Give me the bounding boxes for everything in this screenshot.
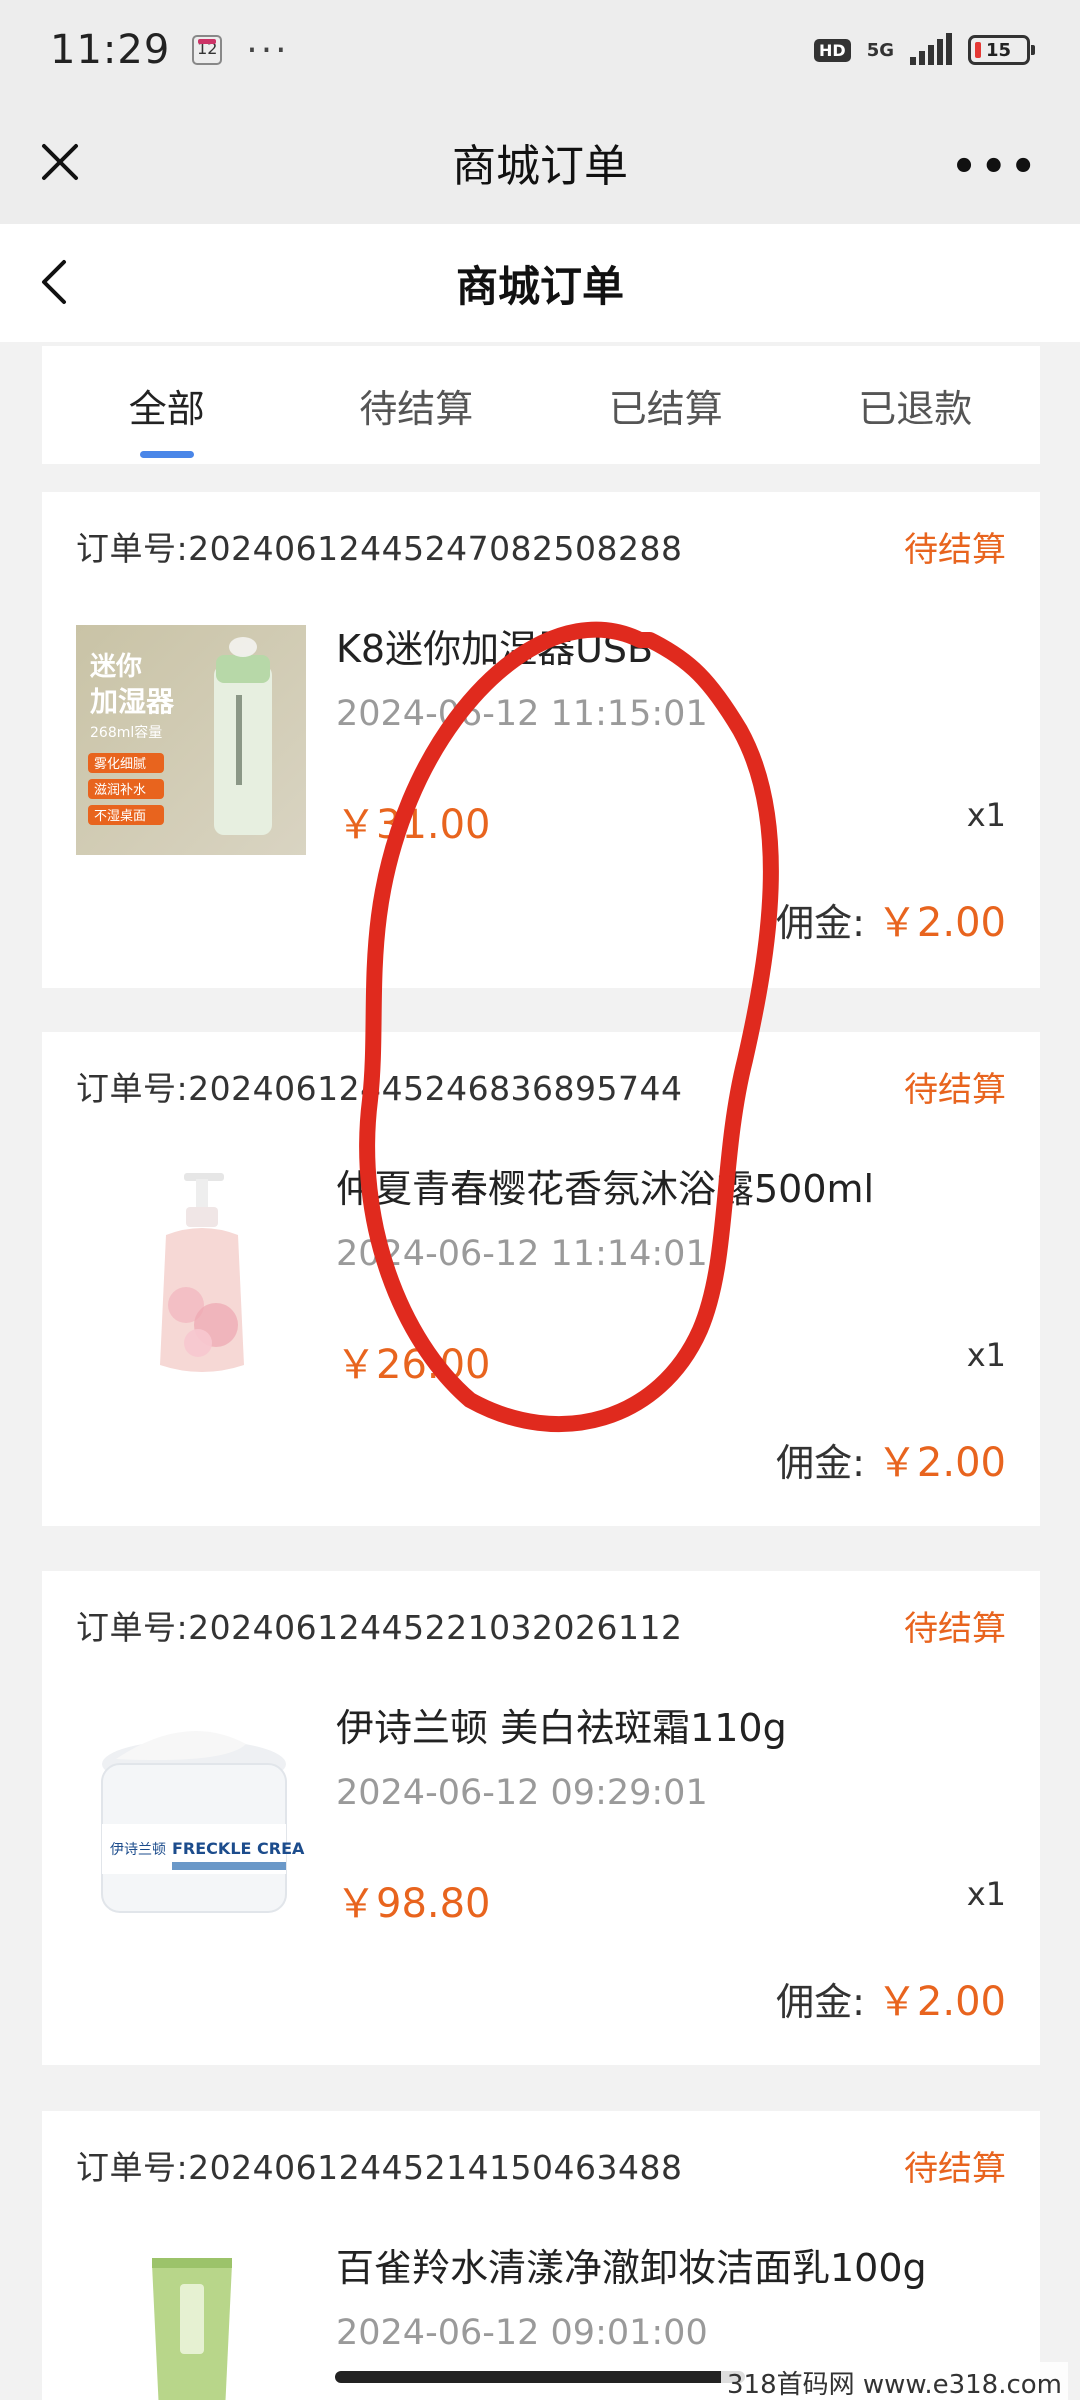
- commission-amount: ￥2.00: [876, 1440, 1006, 1486]
- order-card[interactable]: 订单号:20240612445221032026112 待结算 伊诗兰顿 FRE…: [42, 1571, 1040, 2065]
- status-time: 11:29: [50, 27, 171, 73]
- tab-pending[interactable]: 待结算: [292, 346, 542, 464]
- order-date: 2024-06-12 11:14:01: [336, 1234, 708, 1274]
- svg-text:雾化细腻: 雾化细腻: [94, 757, 146, 772]
- commission-amount: ￥2.00: [876, 900, 1006, 946]
- product-quantity: x1: [966, 796, 1006, 834]
- order-status: 待结算: [904, 1069, 1006, 1110]
- svg-text:伊诗兰顿: 伊诗兰顿: [110, 1842, 166, 1858]
- product-price: ￥31.00: [336, 802, 491, 848]
- watermark: 318首码网 www.e318.com: [721, 2362, 1068, 2400]
- order-card[interactable]: 订单号:20240612445246836895744 待结算 仲夏青春樱花香氛…: [42, 1032, 1040, 1526]
- wechat-title: 商城订单: [452, 141, 628, 192]
- order-date: 2024-06-12 09:29:01: [336, 1773, 708, 1813]
- commission: 佣金: ￥2.00: [776, 890, 1006, 948]
- order-card[interactable]: 订单号:20240612445247082508288 待结算 迷你 加湿器 2…: [42, 492, 1040, 988]
- more-menu-icon[interactable]: •••: [951, 144, 1040, 190]
- svg-text:迷你: 迷你: [90, 652, 142, 682]
- order-number: 订单号:20240612445246836895744: [76, 1069, 683, 1108]
- svg-text:268ml容量: 268ml容量: [90, 724, 162, 741]
- order-number: 订单号:20240612445214150463488: [76, 2148, 683, 2187]
- svg-text:滋润补水: 滋润补水: [94, 783, 146, 798]
- cleanser-tube-image: [76, 2244, 306, 2400]
- svg-text:FRECKLE CREA: FRECKLE CREA: [172, 1839, 305, 1858]
- battery-icon: 15: [968, 35, 1035, 65]
- product-quantity: x1: [966, 1336, 1006, 1374]
- close-icon[interactable]: [30, 132, 90, 192]
- commission-label: 佣金:: [776, 1440, 865, 1485]
- commission: 佣金: ￥2.00: [776, 1969, 1006, 2027]
- humidifier-image: 迷你 加湿器 268ml容量 雾化细腻 滋润补水 不湿桌面: [76, 625, 306, 855]
- commission-label: 佣金:: [776, 1979, 865, 2024]
- cream-jar-image: 伊诗兰顿 FRECKLE CREA: [76, 1704, 306, 1934]
- svg-text:加湿器: 加湿器: [90, 685, 175, 718]
- product-image[interactable]: [76, 1165, 306, 1395]
- product-price: ￥98.80: [336, 1881, 491, 1927]
- tab-refunded[interactable]: 已退款: [791, 346, 1041, 464]
- page-header: 商城订单: [0, 224, 1080, 342]
- product-name[interactable]: 仲夏青春樱花香氛沐浴露500ml: [336, 1158, 874, 1213]
- chevron-left-icon[interactable]: [26, 252, 86, 312]
- product-quantity: x1: [966, 1875, 1006, 1913]
- order-header: 订单号:20240612445247082508288 待结算: [76, 522, 1006, 570]
- order-number: 订单号:20240612445221032026112: [76, 1608, 683, 1647]
- status-bar: 11:29 12 ··· HD 5G 15: [0, 0, 1080, 100]
- order-header: 订单号:20240612445221032026112 待结算: [76, 1601, 1006, 1649]
- order-date: 2024-06-12 11:15:01: [336, 694, 708, 734]
- order-number: 订单号:20240612445247082508288: [76, 529, 683, 568]
- commission-label: 佣金:: [776, 900, 865, 945]
- order-header: 订单号:20240612445214150463488 待结算: [76, 2141, 1006, 2189]
- product-name[interactable]: 百雀羚水清漾净澈卸妆洁面乳100g: [336, 2237, 927, 2292]
- battery-level: [975, 42, 981, 58]
- order-header: 订单号:20240612445246836895744 待结算: [76, 1062, 1006, 1110]
- product-image[interactable]: 迷你 加湿器 268ml容量 雾化细腻 滋润补水 不湿桌面: [76, 625, 306, 855]
- order-date: 2024-06-12 09:01:00: [336, 2313, 708, 2353]
- order-tabs: 全部 待结算 已结算 已退款: [42, 346, 1040, 464]
- product-image[interactable]: 伊诗兰顿 FRECKLE CREA: [76, 1704, 306, 1934]
- status-more-icon: ···: [246, 29, 290, 71]
- signal-icon: [910, 33, 952, 65]
- body-wash-image: [76, 1165, 306, 1395]
- order-status: 待结算: [904, 529, 1006, 570]
- order-status: 待结算: [904, 1608, 1006, 1649]
- order-card[interactable]: 订单号:20240612445214150463488 待结算 百雀羚水清漾净澈…: [42, 2111, 1040, 2400]
- battery-percent: 15: [986, 39, 1012, 61]
- wechat-title-bar: 商城订单 •••: [0, 100, 1080, 224]
- page-title: 商城订单: [455, 261, 624, 311]
- home-indicator[interactable]: [335, 2371, 745, 2383]
- network-type: 5G: [866, 39, 894, 61]
- tab-settled[interactable]: 已结算: [541, 346, 791, 464]
- commission-amount: ￥2.00: [876, 1979, 1006, 2025]
- product-name[interactable]: 伊诗兰顿 美白祛斑霜110g: [336, 1697, 787, 1752]
- tab-all[interactable]: 全部: [42, 346, 292, 464]
- product-image[interactable]: [76, 2244, 306, 2400]
- hd-icon: HD: [814, 38, 851, 62]
- svg-text:不湿桌面: 不湿桌面: [94, 809, 146, 824]
- order-status: 待结算: [904, 2148, 1006, 2189]
- status-right-group: HD 5G 15: [814, 33, 1035, 65]
- product-price: ￥26.00: [336, 1342, 491, 1388]
- calendar-icon: 12: [192, 35, 223, 65]
- product-name[interactable]: K8迷你加湿器USB: [336, 618, 653, 673]
- commission: 佣金: ￥2.00: [776, 1430, 1006, 1488]
